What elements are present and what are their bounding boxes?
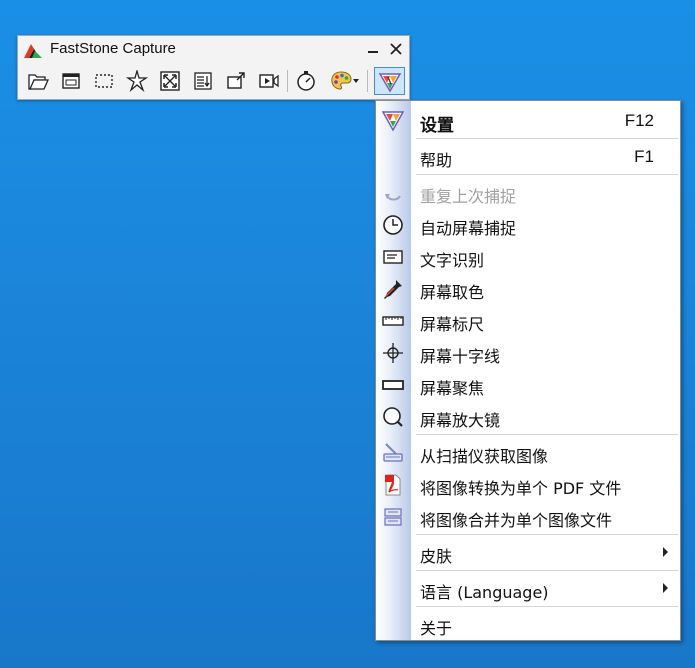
capture-scrolling-button[interactable]: [189, 67, 217, 95]
menu-item-label: 文字识别: [420, 251, 485, 270]
settings-icon: [382, 111, 404, 132]
menu-item-about[interactable]: 关于: [376, 608, 680, 640]
menu-item-skin[interactable]: 皮肤: [376, 536, 680, 568]
menu-item-magnifier[interactable]: 屏幕放大镜: [376, 400, 680, 432]
crosshair-icon: [383, 343, 403, 363]
capture-window-icon: [62, 73, 80, 89]
output-destination-button[interactable]: [327, 67, 361, 95]
faststone-capture-window: FastStone Capture: [17, 35, 410, 100]
desktop: { "app": { "title": "FastStone Capture" …: [0, 0, 695, 668]
menu-item-color-picker[interactable]: 屏幕取色: [376, 272, 680, 304]
shortcut-label: F12: [624, 111, 654, 130]
menu-item-scanner[interactable]: 从扫描仪获取图像: [376, 436, 680, 468]
menu-item-label: 语言 (Language): [420, 583, 549, 602]
submenu-arrow-icon: [663, 583, 668, 593]
toolbar-separator: [367, 70, 368, 92]
capture-freehand-icon: [126, 70, 148, 92]
menu-item-label: 将图像合并为单个图像文件: [420, 511, 613, 530]
scanner-icon: [383, 443, 403, 462]
capture-fixed-region-button[interactable]: [222, 67, 250, 95]
minimize-icon[interactable]: [364, 40, 382, 58]
menu-item-label: 设置: [420, 116, 454, 136]
menu-item-label: 屏幕标尺: [420, 315, 485, 334]
capture-fullscreen-icon: [160, 71, 180, 91]
menu-separator: [416, 534, 678, 535]
screen-recorder-button[interactable]: [255, 67, 283, 95]
menu-item-settings[interactable]: 设置 F12: [376, 104, 680, 136]
menu-item-crosshair[interactable]: 屏幕十字线: [376, 336, 680, 368]
menu-separator: [416, 606, 678, 607]
menu-item-label: 屏幕取色: [420, 283, 485, 302]
menu-item-language[interactable]: 语言 (Language): [376, 572, 680, 604]
menu-separator: [416, 138, 678, 139]
window-title: FastStone Capture: [50, 40, 176, 57]
menu-item-label: 重复上次捕捉: [420, 187, 517, 206]
menu-item-label: 屏幕放大镜: [420, 411, 501, 430]
menu-item-label: 从扫描仪获取图像: [420, 447, 549, 466]
menu-item-label: 屏幕聚焦: [420, 379, 485, 398]
chevron-down-icon: [353, 79, 359, 83]
magnifier-icon: [383, 407, 403, 427]
repeat-icon: [385, 194, 401, 201]
submenu-arrow-icon: [663, 547, 668, 557]
capture-fixed-region-icon: [227, 72, 245, 89]
capture-rectangle-button[interactable]: [90, 67, 118, 95]
capture-fullscreen-button[interactable]: [156, 67, 184, 95]
toolbar-separator: [287, 70, 288, 92]
pdf-icon: [385, 474, 401, 496]
menu-item-label: 自动屏幕捕捉: [420, 219, 517, 238]
capture-toolbar: [21, 66, 406, 96]
menu-separator: [416, 434, 678, 435]
capture-window-button[interactable]: [57, 67, 85, 95]
faststone-logo-icon: [24, 44, 42, 58]
menu-item-help[interactable]: 帮助 F1: [376, 140, 680, 172]
shortcut-label: F1: [634, 147, 654, 166]
delay-timer-icon: [297, 71, 315, 91]
menu-item-screen-focus[interactable]: 屏幕聚焦: [376, 368, 680, 400]
menu-item-ocr[interactable]: 文字识别: [376, 240, 680, 272]
menu-item-repeat-last-capture[interactable]: 重复上次捕捉: [376, 176, 680, 208]
menu-item-label: 皮肤: [420, 547, 453, 566]
menu-item-auto-capture[interactable]: 自动屏幕捕捉: [376, 208, 680, 240]
menu-separator: [416, 174, 678, 175]
focus-icon: [382, 380, 404, 390]
main-menu-button[interactable]: [374, 67, 405, 95]
main-menu: 设置 F12 帮助 F1 重复上次捕捉 自动屏幕捕捉 文字识别 屏幕取色 屏幕标…: [375, 100, 681, 641]
delay-timer-button[interactable]: [292, 67, 320, 95]
open-file-icon: [28, 74, 49, 90]
capture-freehand-button[interactable]: [123, 67, 151, 95]
ruler-icon: [382, 316, 404, 326]
screen-recorder-icon: [259, 74, 279, 88]
ocr-icon: [383, 250, 403, 264]
output-destination-icon: [331, 71, 352, 90]
menu-separator: [416, 570, 678, 571]
eyedropper-icon: [384, 280, 402, 299]
menu-item-convert-pdf[interactable]: 将图像转换为单个 PDF 文件: [376, 468, 680, 500]
combine-icon: [384, 508, 402, 526]
menu-item-combine-images[interactable]: 将图像合并为单个图像文件: [376, 500, 680, 532]
menu-item-label: 帮助: [420, 151, 453, 170]
menu-icon: [378, 73, 402, 93]
capture-scrolling-icon: [194, 72, 212, 90]
menu-item-label: 关于: [420, 619, 453, 638]
menu-item-ruler[interactable]: 屏幕标尺: [376, 304, 680, 336]
title-bar[interactable]: FastStone Capture: [18, 36, 409, 64]
menu-item-label: 屏幕十字线: [420, 347, 501, 366]
menu-item-label: 将图像转换为单个 PDF 文件: [420, 479, 622, 498]
capture-rectangle-icon: [95, 74, 113, 88]
clock-icon: [383, 215, 403, 235]
close-icon[interactable]: [387, 40, 405, 58]
open-button[interactable]: [24, 67, 52, 95]
